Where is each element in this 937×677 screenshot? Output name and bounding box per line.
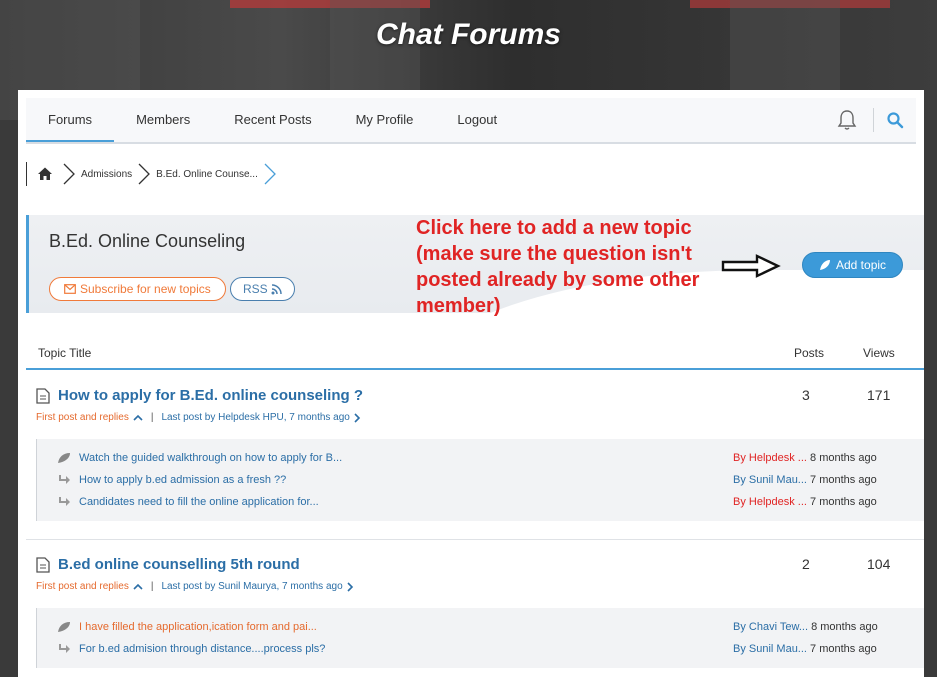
topic-meta: First post and replies | Last post by Su… (36, 581, 354, 592)
add-topic-button[interactable]: Add topic (802, 252, 904, 278)
column-header-posts: Posts (794, 346, 825, 360)
meta-separator: | (150, 581, 154, 592)
reply-link[interactable]: For b.ed admision through distance....pr… (79, 643, 325, 655)
rss-icon (271, 283, 282, 294)
topic-view-count: 171 (867, 387, 891, 403)
chevron-right-icon (264, 163, 276, 185)
leaf-icon (820, 260, 830, 270)
topic-row: How to apply for B.Ed. online counseling… (26, 387, 924, 547)
reply-author-name[interactable]: By Helpdesk ... (733, 452, 807, 464)
topic-meta: First post and replies | Last post by He… (36, 412, 361, 423)
leaf-icon (58, 453, 70, 463)
bell-icon[interactable] (835, 108, 859, 132)
reply-time: 7 months ago (810, 643, 877, 655)
nav-item-logout[interactable]: Logout (435, 98, 519, 142)
reply-list: Watch the guided walkthrough on how to a… (36, 439, 924, 521)
reply-author: By Helpdesk ... 7 months ago (733, 496, 877, 508)
envelope-icon (64, 284, 76, 294)
row-divider (26, 539, 924, 540)
list-item[interactable]: Candidates need to fill the online appli… (37, 491, 924, 513)
meta-separator: | (150, 412, 154, 423)
reply-author-name[interactable]: By Helpdesk ... (733, 496, 807, 508)
annotation-text: Click here to add a new topic (make sure… (416, 217, 700, 317)
breadcrumb-divider (26, 162, 27, 186)
reply-link[interactable]: Candidates need to fill the online appli… (79, 496, 319, 508)
breadcrumb-item-current[interactable]: B.Ed. Online Counse... (156, 169, 258, 180)
reply-author: By Chavi Tew... 8 months ago (733, 621, 878, 633)
subscribe-button[interactable]: Subscribe for new topics (49, 277, 226, 301)
nav-actions (835, 98, 916, 142)
page-title: Chat Forums (375, 18, 561, 51)
chevron-right-icon[interactable] (347, 581, 354, 592)
rss-button[interactable]: RSS (230, 277, 295, 301)
topic-post-count: 3 (802, 387, 810, 403)
top-navbar: Forums Members Recent Posts My Profile L… (26, 98, 916, 144)
background-edge (924, 120, 937, 677)
chevron-right-icon (63, 163, 75, 185)
first-post-link[interactable]: First post and replies (36, 581, 129, 592)
reply-link[interactable]: How to apply b.ed admission as a fresh ?… (79, 474, 286, 486)
column-header-title: Topic Title (38, 346, 92, 360)
first-post-link[interactable]: First post and replies (36, 412, 129, 423)
last-post-link[interactable]: Last post by Sunil Maurya, 7 months ago (161, 581, 342, 592)
reply-link[interactable]: Watch the guided walkthrough on how to a… (79, 452, 342, 464)
home-icon[interactable] (37, 166, 53, 182)
reply-author: By Sunil Mau... 7 months ago (733, 643, 877, 655)
search-icon[interactable] (886, 111, 904, 129)
chevron-up-icon[interactable] (133, 414, 143, 421)
reply-author-name[interactable]: By Sunil Mau... (733, 474, 807, 486)
last-post-link[interactable]: Last post by Helpdesk HPU, 7 months ago (161, 412, 349, 423)
reply-time: 8 months ago (811, 621, 878, 633)
reply-author-name[interactable]: By Sunil Mau... (733, 643, 807, 655)
background-edge (0, 120, 18, 677)
topic-row: B.ed online counselling 5th round 2 104 … (26, 556, 924, 676)
topic-view-count: 104 (867, 556, 891, 572)
rss-label: RSS (243, 282, 268, 296)
nav-item-forums[interactable]: Forums (26, 98, 115, 142)
list-item[interactable]: For b.ed admision through distance....pr… (37, 638, 924, 660)
topic-title-row: How to apply for B.Ed. online counseling… (36, 387, 363, 404)
chevron-right-icon[interactable] (354, 412, 361, 423)
reply-arrow-icon (59, 475, 70, 484)
reply-arrow-icon (59, 497, 70, 506)
reply-arrow-icon (59, 644, 70, 653)
breadcrumb-item-admissions[interactable]: Admissions (81, 169, 132, 180)
topic-title-row: B.ed online counselling 5th round (36, 556, 300, 573)
reply-time: 7 months ago (810, 496, 877, 508)
nav-divider (873, 108, 874, 132)
nav-item-my-profile[interactable]: My Profile (334, 98, 436, 142)
forum-title: B.Ed. Online Counseling (49, 231, 246, 251)
reply-time: 7 months ago (810, 474, 877, 486)
list-item[interactable]: Watch the guided walkthrough on how to a… (37, 447, 924, 469)
subscribe-label: Subscribe for new topics (80, 282, 211, 296)
reply-author: By Helpdesk ... 8 months ago (733, 452, 877, 464)
document-icon (36, 556, 50, 573)
topic-title-link[interactable]: How to apply for B.Ed. online counseling… (58, 387, 363, 404)
list-item[interactable]: I have filled the application,ication fo… (37, 616, 924, 638)
list-item[interactable]: How to apply b.ed admission as a fresh ?… (37, 469, 924, 491)
nav-item-members[interactable]: Members (114, 98, 212, 142)
forum-panel: Forums Members Recent Posts My Profile L… (18, 90, 924, 677)
reply-list: I have filled the application,ication fo… (36, 608, 924, 668)
reply-author-name[interactable]: By Chavi Tew... (733, 621, 808, 633)
column-header-views: Views (863, 346, 895, 360)
breadcrumb: Admissions B.Ed. Online Counse... (26, 160, 282, 188)
leaf-icon (58, 622, 70, 632)
document-icon (36, 387, 50, 404)
reply-time: 8 months ago (810, 452, 877, 464)
nav-item-recent-posts[interactable]: Recent Posts (212, 98, 333, 142)
chevron-up-icon[interactable] (133, 583, 143, 590)
reply-link[interactable]: I have filled the application,ication fo… (79, 621, 317, 633)
topic-list-header: Topic Title Posts Views (26, 338, 924, 370)
add-topic-label: Add topic (836, 258, 887, 272)
arrow-right-icon (721, 254, 781, 278)
chevron-right-icon (138, 163, 151, 185)
topic-title-link[interactable]: B.ed online counselling 5th round (58, 556, 300, 573)
topic-post-count: 2 (802, 556, 810, 572)
reply-author: By Sunil Mau... 7 months ago (733, 474, 877, 486)
